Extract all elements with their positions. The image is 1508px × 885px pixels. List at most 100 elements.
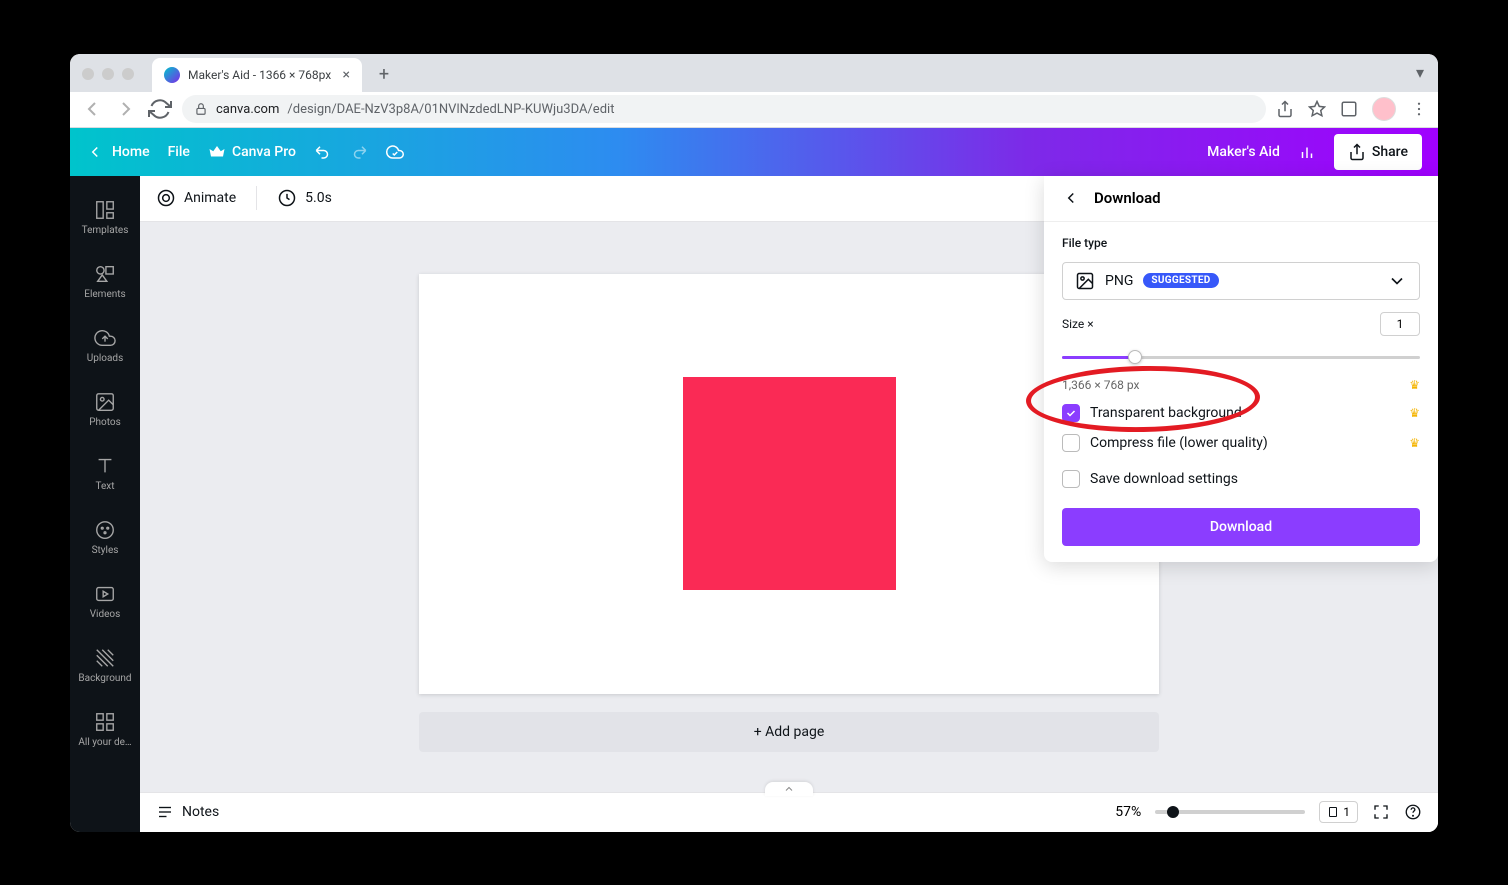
compress-row: Compress file (lower quality) ♛ (1062, 434, 1420, 452)
close-window-dot[interactable] (82, 68, 94, 80)
rail-elements[interactable]: Elements (70, 252, 140, 312)
size-slider[interactable] (1062, 348, 1420, 366)
zoom-slider[interactable] (1155, 810, 1305, 814)
reload-button[interactable] (148, 97, 172, 121)
page-indicator[interactable]: 1 (1319, 801, 1358, 823)
url-path: /design/DAE-NzV3p8A/01NVlNzdedLNP-KUWju3… (287, 102, 614, 117)
kebab-menu-icon[interactable] (1410, 100, 1428, 118)
file-menu[interactable]: File (168, 144, 190, 160)
compress-label: Compress file (lower quality) (1090, 435, 1268, 451)
share-url-icon[interactable] (1276, 100, 1294, 118)
home-button[interactable]: Home (86, 143, 150, 161)
rail-label: Text (95, 481, 114, 492)
url-host: canva.com (216, 102, 279, 117)
chevron-up-icon (783, 783, 795, 795)
browser-tab[interactable]: Maker's Aid - 1366 × 768px × (152, 58, 362, 92)
redo-icon (350, 143, 368, 161)
shape-rectangle[interactable] (683, 377, 896, 590)
uploads-icon (94, 327, 116, 349)
timeline-toggle[interactable] (765, 782, 813, 796)
profile-avatar[interactable] (1372, 97, 1396, 121)
zoom-thumb[interactable] (1167, 806, 1179, 818)
undo-button[interactable] (314, 143, 332, 161)
videos-icon (94, 583, 116, 605)
animate-icon (156, 188, 176, 208)
image-icon (1075, 271, 1095, 291)
check-icon (1065, 407, 1077, 419)
rail-photos[interactable]: Photos (70, 380, 140, 440)
add-page-label: + Add page (754, 724, 825, 740)
size-multiplier-input[interactable] (1380, 312, 1420, 336)
fullscreen-icon[interactable] (1372, 803, 1390, 821)
rail-label: All your de… (78, 737, 131, 748)
bookmark-star-icon[interactable] (1308, 100, 1326, 118)
new-tab-button[interactable]: + (370, 61, 398, 89)
download-panel-header: Download (1044, 176, 1438, 222)
download-panel-title: Download (1094, 189, 1161, 207)
zoom-value: 57% (1115, 804, 1141, 820)
styles-icon (94, 519, 116, 541)
rail-text[interactable]: Text (70, 444, 140, 504)
undo-icon (314, 143, 332, 161)
clock-icon (277, 188, 297, 208)
rail-templates[interactable]: Templates (70, 188, 140, 248)
rail-label: Templates (82, 225, 129, 236)
back-button[interactable] (80, 97, 104, 121)
suggested-badge: SUGGESTED (1143, 273, 1218, 288)
transparent-label: Transparent background (1090, 405, 1242, 421)
duration-button[interactable]: 5.0s (277, 188, 332, 208)
address-bar: canva.com/design/DAE-NzV3p8A/01NVlNzdedL… (70, 92, 1438, 128)
download-button[interactable]: Download (1062, 508, 1420, 546)
forward-button[interactable] (114, 97, 138, 121)
cloud-check-icon (386, 143, 404, 161)
canva-pro-button[interactable]: Canva Pro (208, 143, 296, 161)
notes-button[interactable]: Notes (156, 803, 219, 821)
compress-checkbox[interactable] (1062, 434, 1080, 452)
rail-styles[interactable]: Styles (70, 508, 140, 568)
save-settings-label: Save download settings (1090, 471, 1238, 487)
browser-window: Maker's Aid - 1366 × 768px × + ▾ canva.c… (70, 54, 1438, 832)
rail-all-designs[interactable]: All your de… (70, 700, 140, 760)
save-settings-checkbox[interactable] (1062, 470, 1080, 488)
rail-label: Photos (89, 417, 121, 428)
rail-label: Elements (84, 289, 125, 300)
tab-strip: Maker's Aid - 1366 × 768px × + ▾ (70, 54, 1438, 92)
download-panel-body: File type PNG SUGGESTED Size × (1044, 222, 1438, 546)
share-button[interactable]: Share (1334, 134, 1422, 170)
pro-label: Canva Pro (232, 144, 296, 160)
slider-thumb[interactable] (1128, 350, 1142, 364)
page-number: 1 (1343, 805, 1350, 819)
rail-background[interactable]: Background (70, 636, 140, 696)
insights-button[interactable] (1298, 143, 1316, 161)
window-controls (82, 68, 134, 80)
tabs-dropdown-icon[interactable]: ▾ (1416, 63, 1424, 82)
slider-fill (1062, 356, 1134, 359)
close-tab-icon[interactable]: × (343, 67, 350, 83)
main-area: Templates Elements Uploads Photos Text S… (70, 176, 1438, 832)
document-name[interactable]: Maker's Aid (1207, 144, 1280, 160)
add-page-button[interactable]: + Add page (419, 712, 1159, 752)
tab-title: Maker's Aid - 1366 × 768px (188, 68, 331, 82)
redo-button[interactable] (350, 143, 368, 161)
editor-area: Animate 5.0s + Add page (140, 176, 1438, 832)
duration-label: 5.0s (305, 190, 332, 206)
url-input[interactable]: canva.com/design/DAE-NzV3p8A/01NVlNzdedL… (182, 95, 1266, 123)
transparent-bg-row: Transparent background ♛ (1062, 404, 1420, 422)
crown-icon (208, 143, 226, 161)
transparent-checkbox[interactable] (1062, 404, 1080, 422)
maximize-window-dot[interactable] (122, 68, 134, 80)
rail-label: Styles (92, 545, 119, 556)
save-settings-row: Save download settings (1062, 470, 1420, 488)
size-row: Size × (1062, 312, 1420, 336)
rail-videos[interactable]: Videos (70, 572, 140, 632)
file-type-select[interactable]: PNG SUGGESTED (1062, 262, 1420, 300)
extensions-icon[interactable] (1340, 100, 1358, 118)
help-icon[interactable] (1404, 803, 1422, 821)
cloud-sync-button[interactable] (386, 143, 404, 161)
rail-uploads[interactable]: Uploads (70, 316, 140, 376)
back-icon[interactable] (1062, 189, 1080, 207)
animate-label: Animate (184, 190, 236, 206)
minimize-window-dot[interactable] (102, 68, 114, 80)
file-type-value: PNG (1105, 273, 1133, 289)
animate-button[interactable]: Animate (156, 188, 236, 208)
